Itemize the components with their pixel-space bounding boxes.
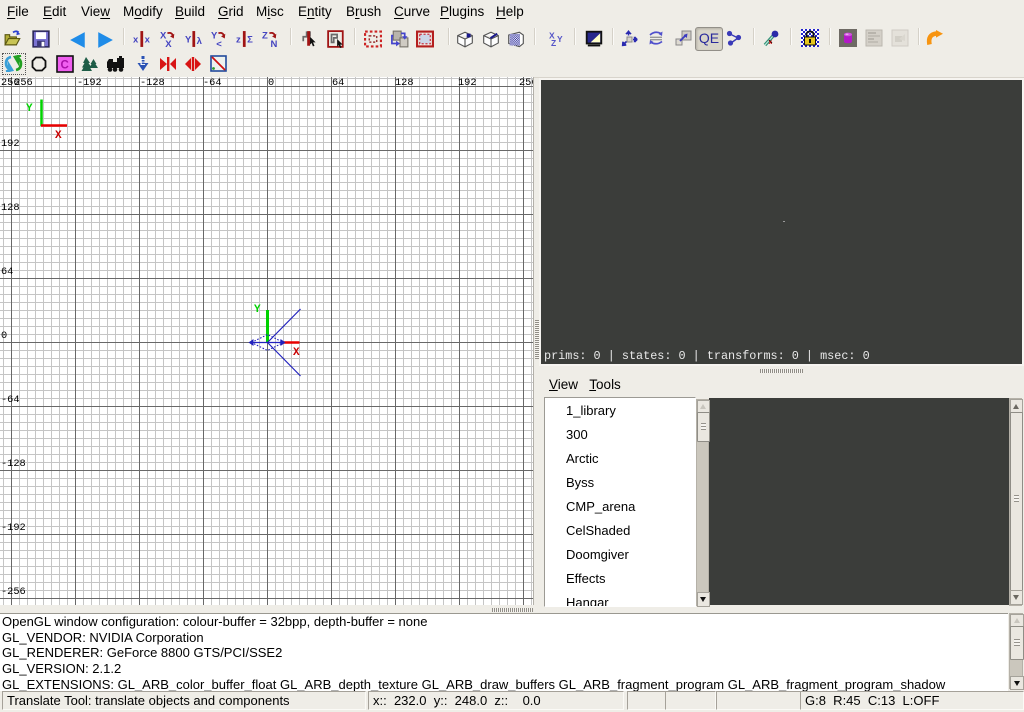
svg-text:x: x <box>145 35 151 46</box>
svg-text:Σ: Σ <box>247 35 253 46</box>
svg-text:Z: Z <box>262 30 268 41</box>
svg-text:C: C <box>61 60 69 72</box>
svg-text:Z: Z <box>551 38 556 48</box>
svg-text:Y: Y <box>26 103 33 115</box>
svg-text:X: X <box>293 347 300 359</box>
svg-text:Y: Y <box>185 35 192 46</box>
svg-text:N: N <box>270 39 277 48</box>
svg-text:x: x <box>769 39 773 46</box>
svg-text:<: < <box>216 39 222 48</box>
svg-text:Y: Y <box>254 304 261 316</box>
svg-text:x: x <box>133 35 139 46</box>
svg-text:Y: Y <box>557 34 563 44</box>
svg-text:X: X <box>165 39 172 48</box>
svg-text:E: E <box>140 58 146 67</box>
svg-text:X: X <box>55 130 62 142</box>
svg-text:z: z <box>236 35 241 46</box>
svg-text:λ: λ <box>197 36 203 47</box>
